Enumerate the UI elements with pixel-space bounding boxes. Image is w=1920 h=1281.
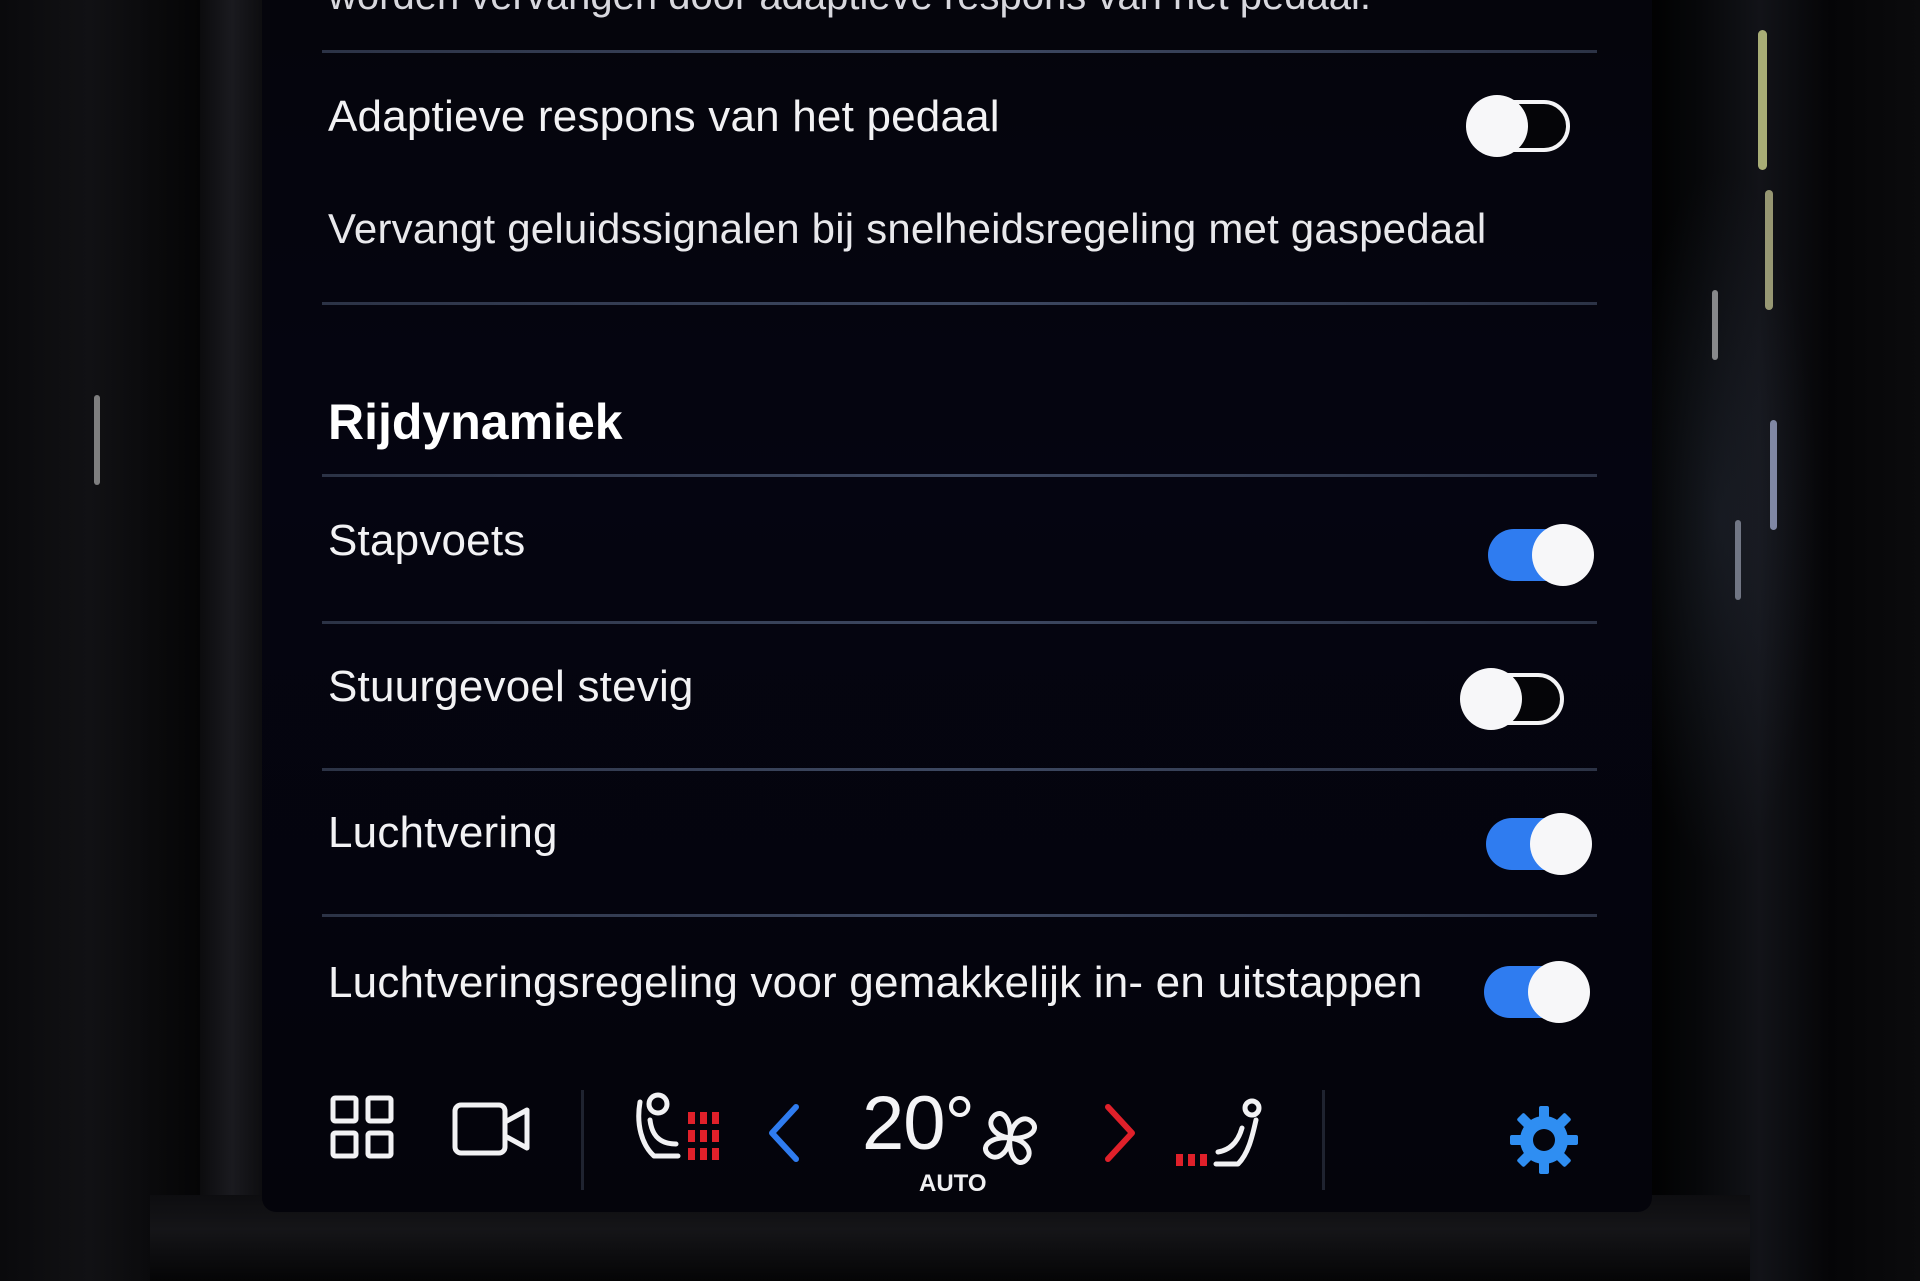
divider — [322, 621, 1597, 624]
settings-gear-icon[interactable] — [1508, 1104, 1580, 1181]
toggle-knob — [1532, 524, 1594, 586]
divider — [322, 50, 1597, 53]
seat-heat-left-icon[interactable] — [630, 1090, 730, 1175]
luchtvering-toggle[interactable] — [1486, 813, 1592, 875]
climate-bar: 20° AUTO — [262, 1060, 1652, 1212]
reflection-streak — [1735, 520, 1741, 600]
reflection-streak — [1765, 190, 1773, 310]
pedal-response-label: Adaptieve respons van het pedaal — [328, 92, 1000, 141]
home-grid-icon[interactable] — [330, 1095, 394, 1164]
climate-mode-label: AUTO — [919, 1170, 987, 1197]
setting-label-instappen: Luchtveringsregeling voor gemakkelijk in… — [328, 958, 1423, 1007]
settings-screen: worden vervangen door adaptieve respons … — [262, 0, 1652, 1212]
pedal-response-description: Vervangt geluidssignalen bij snelheidsre… — [328, 205, 1487, 252]
stuurgevoel-toggle[interactable] — [1460, 668, 1564, 730]
reflection-streak — [1712, 290, 1718, 360]
divider — [322, 914, 1597, 917]
fan-icon[interactable] — [980, 1108, 1040, 1173]
divider — [322, 302, 1597, 305]
temp-decrease-icon[interactable] — [764, 1102, 804, 1169]
pedal-response-toggle[interactable] — [1466, 95, 1570, 157]
truncated-description: worden vervangen door adaptieve respons … — [328, 0, 1371, 19]
seat-heat-right-icon[interactable] — [1172, 1098, 1272, 1179]
toggle-knob — [1466, 95, 1528, 157]
separator — [1322, 1090, 1325, 1190]
section-title: Rijdynamiek — [328, 394, 623, 450]
toggle-knob — [1530, 813, 1592, 875]
setting-label-stuurgevoel: Stuurgevoel stevig — [328, 662, 694, 711]
toggle-knob — [1460, 668, 1522, 730]
separator — [581, 1090, 584, 1190]
toggle-knob — [1528, 961, 1590, 1023]
setting-label-stapvoets: Stapvoets — [328, 516, 526, 565]
car-display-photo: worden vervangen door adaptieve respons … — [0, 0, 1920, 1281]
reflection-streak — [94, 395, 100, 485]
temperature-value[interactable]: 20° — [862, 1080, 975, 1167]
setting-label-luchtvering: Luchtvering — [328, 808, 558, 857]
instappen-toggle[interactable] — [1484, 961, 1590, 1023]
stapvoets-toggle[interactable] — [1488, 524, 1594, 586]
divider — [322, 474, 1597, 477]
temp-increase-icon[interactable] — [1100, 1102, 1140, 1169]
divider — [322, 768, 1597, 771]
reflection-streak — [1758, 30, 1767, 170]
reflection-streak — [1770, 420, 1777, 530]
camera-icon[interactable] — [452, 1102, 532, 1163]
